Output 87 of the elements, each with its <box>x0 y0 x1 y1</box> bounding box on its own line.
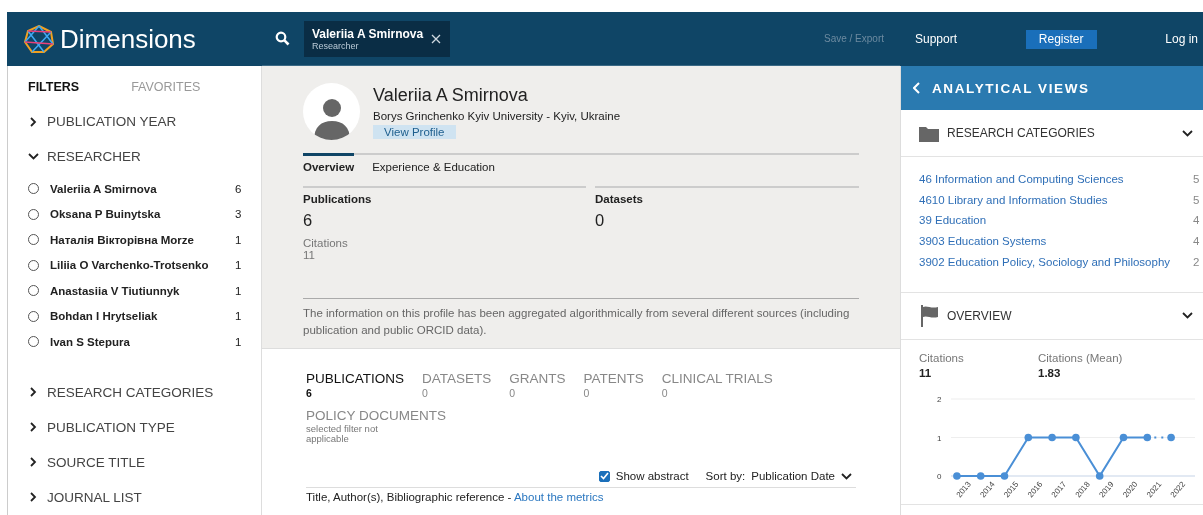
category-count: 2 <box>1193 255 1201 268</box>
stat-sub-value: 11 <box>303 249 316 261</box>
filter-section[interactable]: RESEARCHER <box>28 139 261 174</box>
metric-value: 11 <box>919 366 933 379</box>
chevron-right-icon <box>28 457 39 467</box>
folder-icon <box>919 124 939 142</box>
metric-label: Citations <box>919 351 965 364</box>
flag-icon <box>919 304 939 327</box>
chip-title: Valeriia A Smirnova <box>312 26 424 41</box>
researcher-name[interactable]: Ivan S Stepura <box>50 335 235 348</box>
category-count: 4 <box>1193 214 1201 227</box>
login-link[interactable]: Log in <box>1165 32 1198 46</box>
data-point <box>1167 433 1175 442</box>
result-tab[interactable]: POLICY DOCUMENTS selected filter not applicable <box>306 408 447 444</box>
researcher-name[interactable]: Anastasiia V Tiutiunnyk <box>50 284 235 297</box>
column-header-text: Title, Author(s), Bibliographic reference - <box>306 491 512 503</box>
chip-subtitle: Researcher <box>312 40 360 51</box>
sort-dropdown[interactable]: Sort by: Publication Date <box>705 470 852 482</box>
caret-icon <box>841 472 852 480</box>
researcher-title: Valeriia A Smirnova <box>373 85 529 106</box>
researcher-count: 1 <box>235 233 243 246</box>
result-tab[interactable]: PUBLICATIONS 6 <box>306 371 405 399</box>
view-profile-button[interactable]: View Profile <box>373 125 456 139</box>
logo-icon <box>24 25 54 53</box>
researcher-name[interactable]: Наталія Вікторівна Morze <box>50 233 235 246</box>
metric-value: 1.83 <box>1038 366 1062 379</box>
profile-tab[interactable]: Overview <box>303 153 355 173</box>
researcher-count: 1 <box>235 284 243 297</box>
metrics-link[interactable]: About the metrics <box>513 491 604 503</box>
researcher-count: 6 <box>235 182 243 195</box>
y-tick-label: 1 <box>937 433 942 443</box>
panel-header[interactable]: OVERVIEW <box>901 292 1203 340</box>
category-link[interactable]: 4610 Library and Information Studies <box>919 193 1193 206</box>
category-count: 5 <box>1193 193 1201 206</box>
result-tab[interactable]: DATASETS 0 <box>422 371 492 399</box>
result-tab[interactable]: GRANTS 0 <box>509 371 566 399</box>
checkbox-label: Show abstract <box>615 470 689 482</box>
panel-header[interactable]: RESEARCH CATEGORIES <box>901 110 1203 157</box>
chevron-down-icon <box>1182 129 1193 137</box>
affiliation-text: Borys Grinchenko Kyiv University - Kyiv, Ukraine <box>373 110 621 122</box>
stat-value: 0 <box>595 211 606 230</box>
metric-label: Citations (Mean) <box>1038 351 1124 364</box>
category-link[interactable]: 46 Information and Computing Sciences <box>919 173 1193 186</box>
y-tick-label: 2 <box>937 394 942 404</box>
filter-section[interactable]: SOURCE TITLE <box>28 444 261 480</box>
filter-section[interactable]: PUBLICATION TYPE <box>28 409 261 445</box>
category-count: 4 <box>1193 235 1201 248</box>
search-chip[interactable]: Valeriia A Smirnova Researcher <box>304 20 451 57</box>
info-note: The information on this profile has been aggregated algorithmically from several different sources (including publication and public ORCID data). <box>303 298 859 339</box>
stat-label: Datasets <box>595 193 644 205</box>
register-button[interactable]: Register <box>1025 29 1097 49</box>
category-link[interactable]: 3903 Education Systems <box>919 235 1193 248</box>
profile-tab[interactable]: Experience & Education <box>372 153 495 173</box>
category-link[interactable]: 39 Education <box>919 214 1193 227</box>
result-tab[interactable]: CLINICAL TRIALS 0 <box>661 371 773 399</box>
chevron-right-icon <box>28 387 39 397</box>
category-count: 5 <box>1193 173 1201 186</box>
logo-text: Dimensions <box>60 23 196 55</box>
researcher-count: 1 <box>235 310 243 323</box>
researcher-name[interactable]: Liliia O Varchenko-Trotsenko <box>50 259 235 272</box>
stat-value: 6 <box>303 211 314 230</box>
search-icon[interactable] <box>275 31 290 46</box>
stat-label: Publications <box>303 193 373 205</box>
researcher-count: 1 <box>235 259 243 272</box>
filter-tab[interactable]: FILTERS <box>28 80 80 94</box>
chevron-down-icon <box>28 153 39 160</box>
researcher-name[interactable]: Bohdan I Hrytseliak <box>50 310 235 323</box>
chevron-down-icon <box>1182 312 1193 320</box>
stat-sub-label: Citations <box>303 237 349 249</box>
filter-section[interactable]: PUBLICATION YEAR <box>28 104 261 139</box>
analytical-views-header: ANALYTICAL VIEWS <box>901 66 1203 110</box>
chevron-right-icon <box>28 422 39 432</box>
y-tick-label: 0 <box>937 471 942 481</box>
checkbox[interactable] <box>598 470 610 482</box>
close-icon[interactable] <box>431 33 442 44</box>
support-link[interactable]: Support <box>915 32 958 46</box>
category-link[interactable]: 3902 Education Policy, Sociology and Philosophy <box>919 255 1193 268</box>
researcher-name[interactable]: Valeriia A Smirnova <box>50 182 235 195</box>
chevron-right-icon <box>28 492 39 502</box>
researcher-count: 1 <box>235 335 243 348</box>
chevron-left-icon[interactable] <box>913 82 920 94</box>
researcher-count: 3 <box>235 208 243 221</box>
result-tab[interactable]: PATENTS 0 <box>583 371 644 399</box>
researcher-name[interactable]: Oksana P Buinytska <box>50 208 235 221</box>
filter-section[interactable]: JOURNAL LIST <box>28 479 261 515</box>
filter-section[interactable]: RESEARCH CATEGORIES <box>28 374 261 410</box>
chevron-right-icon <box>28 116 39 127</box>
